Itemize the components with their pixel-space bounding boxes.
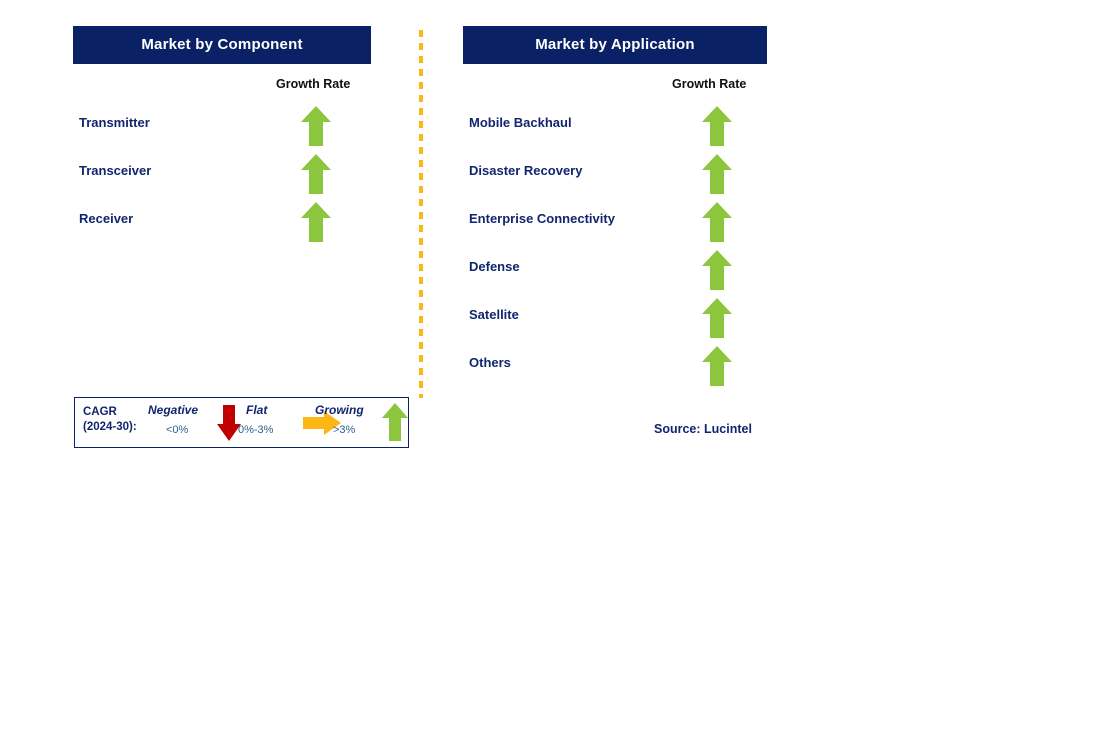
arrow-up-icon bbox=[300, 200, 332, 244]
segment-label-others: Others bbox=[469, 355, 511, 370]
arrow-up-icon bbox=[381, 402, 409, 447]
legend-entry-range: 0%-3% bbox=[238, 424, 274, 436]
segment-label-defense: Defense bbox=[469, 259, 520, 274]
arrow-up-icon bbox=[701, 344, 733, 388]
legend-entry-label: Growing bbox=[315, 403, 364, 417]
segment-label-disaster-recovery: Disaster Recovery bbox=[469, 163, 583, 178]
arrow-up-icon bbox=[701, 152, 733, 196]
component-rows: Transmitter Transceiver Receiver bbox=[73, 104, 371, 248]
table-row: Receiver bbox=[73, 200, 371, 248]
legend-title-line2: (2024-30): bbox=[83, 421, 137, 433]
table-row: Satellite bbox=[463, 296, 767, 344]
legend-title: CAGR (2024-30): bbox=[83, 405, 137, 435]
segment-label-receiver: Receiver bbox=[79, 211, 134, 226]
source-credit: Source: Lucintel bbox=[654, 422, 752, 436]
segment-label-mobile-backhaul: Mobile Backhaul bbox=[469, 115, 572, 130]
application-rows: Mobile Backhaul Disaster Recovery Enterp… bbox=[463, 104, 767, 392]
arrow-up-icon bbox=[701, 200, 733, 244]
panel-title-market-by-component: Market by Component bbox=[73, 26, 371, 64]
growth-rate-column-header: Growth Rate bbox=[672, 77, 747, 91]
legend-entry-range: >3% bbox=[333, 424, 356, 436]
legend-entry-negative: Negative <0% bbox=[148, 398, 241, 447]
table-row: Mobile Backhaul bbox=[463, 104, 767, 152]
legend-entry-label: Negative bbox=[148, 403, 199, 417]
table-row: Transmitter bbox=[73, 104, 371, 152]
segment-label-transmitter: Transmitter bbox=[79, 115, 150, 130]
segment-label-transceiver: Transceiver bbox=[79, 163, 152, 178]
legend-entry-range: <0% bbox=[166, 424, 189, 436]
table-row: Disaster Recovery bbox=[463, 152, 767, 200]
cagr-legend: CAGR (2024-30): Negative <0% Flat 0%-3% … bbox=[74, 397, 409, 448]
arrow-up-icon bbox=[300, 152, 332, 196]
vertical-dashed-divider bbox=[419, 30, 423, 398]
arrow-up-icon bbox=[701, 296, 733, 340]
legend-title-line1: CAGR bbox=[83, 406, 117, 418]
legend-entry-growing: Growing >3% bbox=[315, 398, 410, 447]
table-row: Others bbox=[463, 344, 767, 392]
arrow-up-icon bbox=[300, 104, 332, 148]
segment-label-enterprise-connectivity: Enterprise Connectivity bbox=[469, 211, 615, 226]
panel-market-by-application: Market by Application Growth Rate Mobile… bbox=[463, 26, 767, 386]
arrow-up-icon bbox=[701, 104, 733, 148]
panel-market-by-component: Market by Component Growth Rate Transmit… bbox=[73, 26, 371, 242]
table-row: Transceiver bbox=[73, 152, 371, 200]
legend-entry-label: Flat bbox=[246, 403, 268, 417]
table-row: Defense bbox=[463, 248, 767, 296]
segment-label-satellite: Satellite bbox=[469, 307, 519, 322]
arrow-up-icon bbox=[701, 248, 733, 292]
table-row: Enterprise Connectivity bbox=[463, 200, 767, 248]
growth-rate-column-header: Growth Rate bbox=[276, 77, 351, 91]
panel-title-market-by-application: Market by Application bbox=[463, 26, 767, 64]
